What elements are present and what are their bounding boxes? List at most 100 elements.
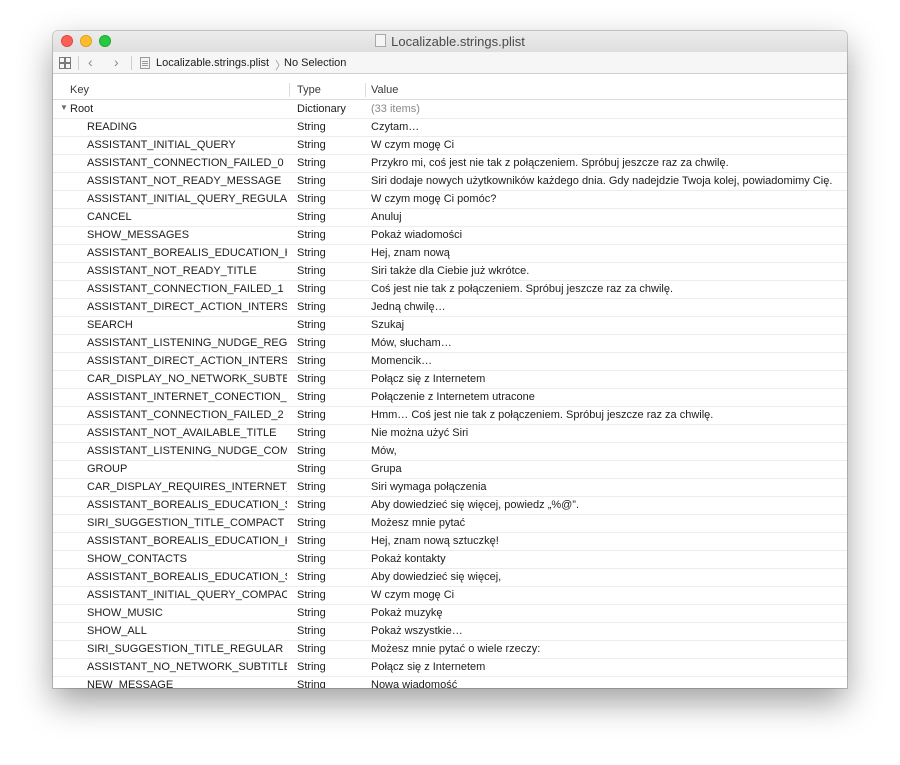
table-row[interactable]: ASSISTANT_INITIAL_QUERY_REGULAR String W c…: [53, 191, 847, 209]
row-value: Pokaż muzykę: [371, 607, 443, 619]
jump-bar-divider: [131, 56, 132, 70]
table-row[interactable]: ASSISTANT_CONNECTION_FAILED_1 String Coś j…: [53, 281, 847, 299]
table-row[interactable]: ASSISTANT_INITIAL_QUERY_COMPACT String W c…: [53, 587, 847, 605]
disclosure-triangle-down-icon[interactable]: ▼: [60, 103, 68, 112]
row-value: Pokaż wiadomości: [371, 229, 463, 241]
root-row[interactable]: ▼ Root Dictionary (33 items): [53, 101, 847, 119]
breadcrumb-selection[interactable]: No Selection: [284, 57, 346, 69]
table-row[interactable]: ASSISTANT_LISTENING_NUDGE_REG… String Mów,…: [53, 335, 847, 353]
row-value: (33 items): [371, 103, 420, 115]
table-row[interactable]: CANCEL String Anuluj: [53, 209, 847, 227]
table-row[interactable]: ASSISTANT_CONNECTION_FAILED_0 String Przyk…: [53, 155, 847, 173]
row-key: ASSISTANT_CONNECTION_FAILED_0: [87, 157, 284, 169]
document-icon: [375, 34, 387, 47]
column-divider[interactable]: [365, 83, 366, 97]
row-key: ASSISTANT_DIRECT_ACTION_INTERST…: [87, 355, 287, 367]
row-key: ASSISTANT_INITIAL_QUERY_COMPACT: [87, 589, 287, 601]
row-key: ASSISTANT_CONNECTION_FAILED_2: [87, 409, 284, 421]
row-value: Połącz się z Internetem: [371, 373, 486, 385]
forward-arrow-icon[interactable]: ›: [114, 54, 119, 70]
back-arrow-icon[interactable]: ‹: [88, 54, 93, 70]
row-key: NEW_MESSAGE: [87, 679, 174, 688]
table-row[interactable]: GROUP String Grupa: [53, 461, 847, 479]
row-key: SHOW_ALL: [87, 625, 147, 637]
table-row[interactable]: SHOW_MUSIC String Pokaż muzykę: [53, 605, 847, 623]
row-key: SHOW_MUSIC: [87, 607, 163, 619]
table-row[interactable]: CAR_DISPLAY_REQUIRES_INTERNET_… String Sir…: [53, 479, 847, 497]
row-value: W czym mogę Ci: [371, 589, 455, 601]
table-row[interactable]: SHOW_ALL String Pokaż wszystkie…: [53, 623, 847, 641]
table-row[interactable]: ASSISTANT_BOREALIS_EDUCATION_S… String Aby…: [53, 497, 847, 515]
row-value: Siri dodaje nowych użytkowników każdego …: [371, 175, 833, 187]
row-type: String: [297, 355, 326, 367]
related-items-grid-icon[interactable]: [59, 57, 71, 69]
table-row[interactable]: SEARCH String Szukaj: [53, 317, 847, 335]
row-value: Nowa wiadomość: [371, 679, 458, 688]
column-header-key[interactable]: Key: [70, 84, 89, 96]
row-key: ASSISTANT_BOREALIS_EDUCATION_H…: [87, 535, 287, 547]
table-row[interactable]: ASSISTANT_INTERNET_CONECTION_L… String Poł…: [53, 389, 847, 407]
table-row[interactable]: ASSISTANT_LISTENING_NUDGE_COM… String Mów,: [53, 443, 847, 461]
table-row[interactable]: ASSISTANT_CONNECTION_FAILED_2 String Hmm… …: [53, 407, 847, 425]
row-key: Root: [70, 103, 94, 115]
table-row[interactable]: ASSISTANT_NOT_AVAILABLE_TITLE String Nie m…: [53, 425, 847, 443]
row-key: ASSISTANT_NO_NETWORK_SUBTITLE: [87, 661, 287, 673]
row-value: Nie można użyć Siri: [371, 427, 469, 439]
title-bar[interactable]: Localizable.strings.plist: [53, 31, 847, 52]
column-header-value[interactable]: Value: [371, 84, 398, 96]
row-type: String: [297, 661, 326, 673]
table-row[interactable]: SHOW_CONTACTS String Pokaż kontakty: [53, 551, 847, 569]
row-value: Możesz mnie pytać o wiele rzeczy:: [371, 643, 541, 655]
row-value: Połącz się z Internetem: [371, 661, 486, 673]
row-value: Mów, słucham…: [371, 337, 452, 349]
row-type: String: [297, 589, 326, 601]
row-value: Hej, znam nową: [371, 247, 450, 259]
column-header: Key Type Value: [53, 81, 847, 100]
row-value: Szukaj: [371, 319, 405, 331]
row-value: W czym mogę Ci: [371, 139, 455, 151]
table-row[interactable]: READING String Czytam…: [53, 119, 847, 137]
row-value: Czytam…: [371, 121, 420, 133]
row-type: String: [297, 571, 326, 583]
row-type: String: [297, 265, 326, 277]
row-key: ASSISTANT_LISTENING_NUDGE_COM…: [87, 445, 287, 457]
row-value: Grupa: [371, 463, 402, 475]
row-key: ASSISTANT_NOT_READY_TITLE: [87, 265, 257, 277]
column-divider[interactable]: [289, 83, 290, 97]
row-value: Siri także dla Ciebie już wkrótce.: [371, 265, 530, 277]
row-type: String: [297, 373, 326, 385]
row-key: ASSISTANT_CONNECTION_FAILED_1: [87, 283, 284, 295]
table-row[interactable]: SHOW_MESSAGES String Pokaż wiadomości: [53, 227, 847, 245]
table-row[interactable]: ASSISTANT_NO_NETWORK_SUBTITLE String Połąc…: [53, 659, 847, 677]
row-type: String: [297, 193, 326, 205]
row-type: String: [297, 553, 326, 565]
table-row[interactable]: NEW_MESSAGE String Nowa wiadomość: [53, 677, 847, 688]
column-header-type[interactable]: Type: [297, 84, 321, 96]
row-key: SIRI_SUGGESTION_TITLE_REGULAR: [87, 643, 284, 655]
table-row[interactable]: ASSISTANT_BOREALIS_EDUCATION_S… String Aby…: [53, 569, 847, 587]
row-key: READING: [87, 121, 138, 133]
table-row[interactable]: ASSISTANT_DIRECT_ACTION_INTERST… String Je…: [53, 299, 847, 317]
row-key: SEARCH: [87, 319, 133, 331]
table-row[interactable]: ASSISTANT_NOT_READY_MESSAGE String Siri do…: [53, 173, 847, 191]
table-row[interactable]: SIRI_SUGGESTION_TITLE_REGULAR String Możes…: [53, 641, 847, 659]
table-row[interactable]: ASSISTANT_BOREALIS_EDUCATION_H… String Hej…: [53, 245, 847, 263]
row-value: Hej, znam nową sztuczkę!: [371, 535, 499, 547]
row-type: String: [297, 247, 326, 259]
row-value: Momencik…: [371, 355, 433, 367]
breadcrumb-file[interactable]: Localizable.strings.plist: [156, 57, 269, 69]
row-key: ASSISTANT_INTERNET_CONECTION_L…: [87, 391, 287, 403]
row-value: Siri wymaga połączenia: [371, 481, 487, 493]
row-type: String: [297, 301, 326, 313]
row-key: ASSISTANT_BOREALIS_EDUCATION_S…: [87, 571, 287, 583]
table-row[interactable]: ASSISTANT_DIRECT_ACTION_INTERST… String Mo…: [53, 353, 847, 371]
table-row[interactable]: ASSISTANT_NOT_READY_TITLE String Siri takż…: [53, 263, 847, 281]
row-value: Połączenie z Internetem utracone: [371, 391, 535, 403]
table-row[interactable]: CAR_DISPLAY_NO_NETWORK_SUBTEXT String Połą…: [53, 371, 847, 389]
table-row[interactable]: SIRI_SUGGESTION_TITLE_COMPACT String Możes…: [53, 515, 847, 533]
table-row[interactable]: ASSISTANT_INITIAL_QUERY String W czym mogę…: [53, 137, 847, 155]
jump-bar: ‹ › Localizable.strings.plist 〉 No Selec…: [53, 52, 847, 74]
jump-bar-divider: [78, 56, 79, 70]
row-type: String: [297, 679, 326, 688]
table-row[interactable]: ASSISTANT_BOREALIS_EDUCATION_H… String Hej…: [53, 533, 847, 551]
